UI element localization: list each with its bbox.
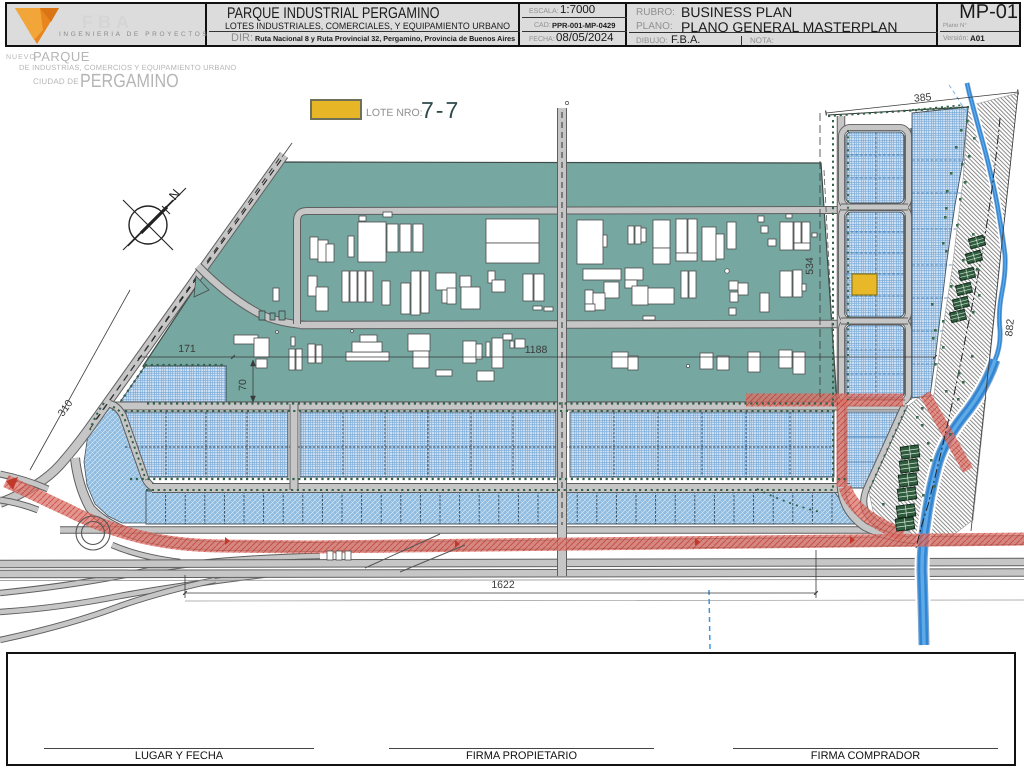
svg-text:70: 70 [237, 379, 249, 391]
svg-text:171: 171 [178, 343, 196, 355]
svg-text:FBA: FBA [82, 12, 134, 32]
svg-text:N: N [166, 186, 184, 203]
svg-text:882: 882 [1003, 318, 1017, 337]
svg-text:385: 385 [913, 91, 932, 105]
svg-text:310: 310 [56, 398, 76, 419]
svg-text:1622: 1622 [491, 579, 515, 591]
svg-text:534: 534 [804, 257, 816, 275]
svg-text:1188: 1188 [525, 344, 548, 356]
